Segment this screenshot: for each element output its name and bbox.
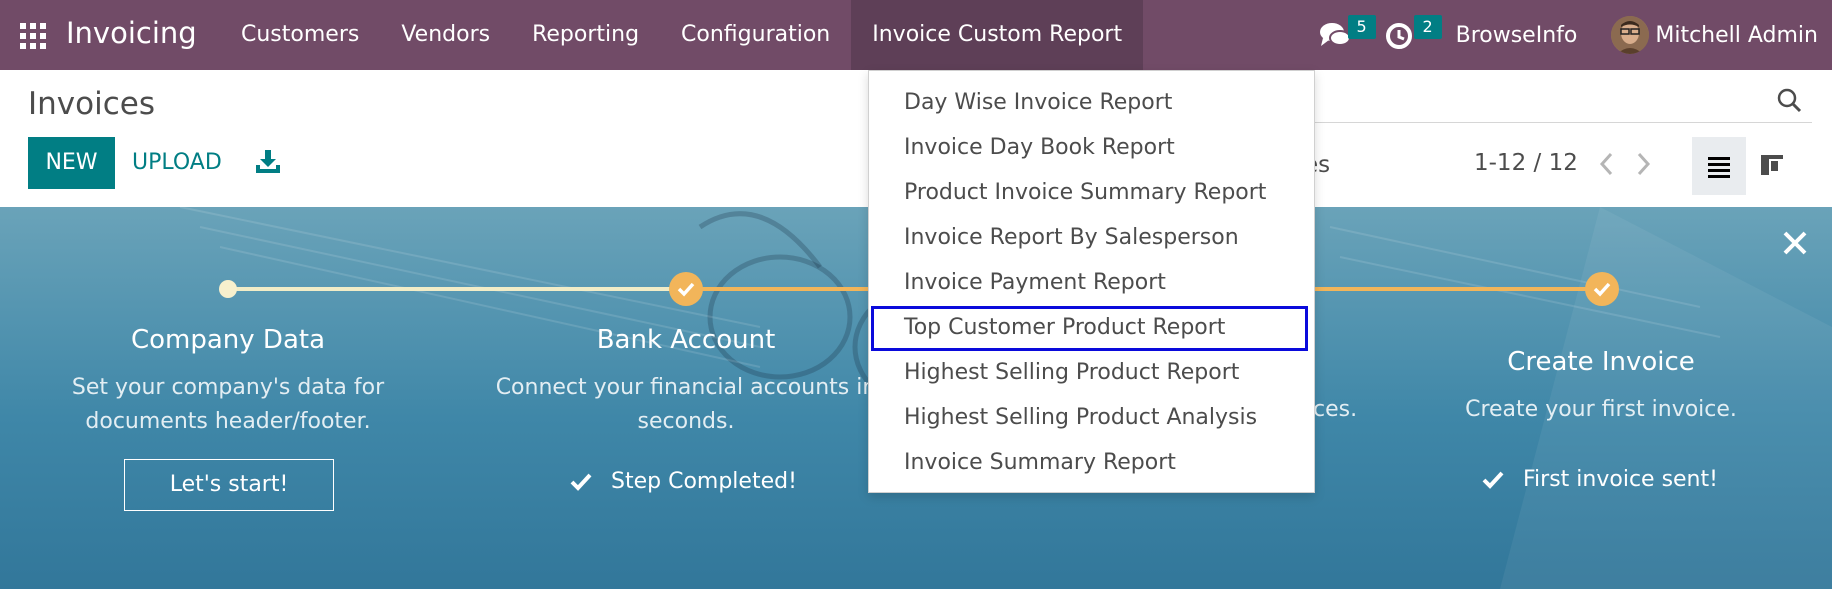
kanban-view-icon	[1761, 155, 1783, 175]
user-menu[interactable]: Mitchell Admin	[1655, 23, 1818, 48]
step-completed-status: Step Completed!	[569, 469, 797, 494]
progress-line-done	[686, 287, 870, 291]
list-view-button[interactable]	[1692, 137, 1746, 195]
step-desc-line: Connect your financial accounts in	[495, 375, 877, 400]
dropdown-item-top-customer-product-report[interactable]: Top Customer Product Report	[871, 306, 1308, 351]
progress-line-pending	[228, 287, 686, 291]
step-title-company-data: Company Data	[130, 325, 326, 355]
top-navbar: Invoicing Customers Vendors Reporting Co…	[0, 0, 1832, 70]
check-icon	[570, 473, 592, 491]
menu-reporting[interactable]: Reporting	[511, 0, 660, 70]
avatar-image-icon	[1611, 16, 1650, 54]
checkmark-icon	[677, 282, 695, 297]
menu-customers[interactable]: Customers	[220, 0, 380, 70]
first-invoice-label: First invoice sent!	[1523, 467, 1718, 492]
dropdown-item-day-wise-invoice-report[interactable]: Day Wise Invoice Report	[869, 81, 1314, 126]
close-icon[interactable]	[1781, 229, 1809, 257]
menu-configuration[interactable]: Configuration	[660, 0, 851, 70]
step-desc-partial: ces.	[1313, 397, 1358, 422]
messages-count-badge: 5	[1347, 15, 1376, 39]
step-desc-create-invoice: Create your first invoice.	[1465, 397, 1737, 422]
search-input[interactable]	[1310, 122, 1812, 123]
menu-vendors[interactable]: Vendors	[380, 0, 511, 70]
dropdown-item-highest-selling-product-report[interactable]: Highest Selling Product Report	[869, 351, 1314, 396]
dropdown-item-invoice-payment-report[interactable]: Invoice Payment Report	[869, 261, 1314, 306]
page-title[interactable]: Invoices	[28, 86, 155, 122]
step-completed-label: Step Completed!	[611, 469, 797, 494]
main-menu: Customers Vendors Reporting Configuratio…	[220, 0, 1144, 70]
step-title-bank-account: Bank Account	[596, 325, 776, 355]
step-marker-current	[219, 280, 237, 298]
dropdown-item-invoice-summary-report[interactable]: Invoice Summary Report	[869, 441, 1314, 486]
step-desc-line: documents header/footer.	[85, 409, 371, 434]
step-marker-done	[669, 272, 703, 306]
step-marker-done	[1585, 272, 1619, 306]
company-switcher[interactable]: BrowseInfo	[1456, 23, 1578, 48]
app-name[interactable]: Invoicing	[66, 16, 197, 50]
step-title-create-invoice: Create Invoice	[1507, 347, 1695, 377]
checkmark-icon	[1593, 282, 1611, 297]
kanban-view-button[interactable]	[1756, 137, 1810, 195]
pager-next-icon[interactable]	[1632, 150, 1654, 178]
new-button[interactable]: NEW	[28, 137, 115, 189]
dropdown-item-product-invoice-summary-report[interactable]: Product Invoice Summary Report	[869, 171, 1314, 216]
step-desc-bank-account: Connect your financial accounts in secon…	[476, 371, 896, 439]
user-avatar[interactable]	[1611, 16, 1650, 54]
dropdown-item-highest-selling-product-analysis[interactable]: Highest Selling Product Analysis	[869, 396, 1314, 441]
apps-menu-icon[interactable]	[20, 23, 46, 49]
step-desc-company-data: Set your company's data for documents he…	[38, 371, 418, 439]
check-icon	[1482, 471, 1504, 489]
list-view-icon	[1708, 157, 1730, 178]
lets-start-button[interactable]: Let's start!	[124, 459, 334, 511]
first-invoice-status: First invoice sent!	[1481, 467, 1718, 492]
dropdown-item-invoice-day-book-report[interactable]: Invoice Day Book Report	[869, 126, 1314, 171]
download-icon[interactable]	[255, 150, 281, 174]
search-icon[interactable]	[1776, 87, 1802, 113]
messages-tray[interactable]: 5	[1318, 15, 1376, 55]
systray: 5 2 BrowseInfo Mitchell Admin	[1318, 0, 1832, 70]
activities-tray[interactable]: 2	[1384, 15, 1442, 55]
dropdown-item-invoice-report-by-salesperson[interactable]: Invoice Report By Salesperson	[869, 216, 1314, 261]
pager-value[interactable]: 1-12 / 12	[1474, 150, 1578, 176]
progress-line-done	[1314, 287, 1602, 291]
menu-invoice-custom-report[interactable]: Invoice Custom Report	[851, 0, 1144, 70]
chat-icon	[1319, 23, 1351, 46]
step-desc-line: seconds.	[637, 409, 735, 434]
pager-previous-icon[interactable]	[1596, 150, 1618, 178]
clock-icon	[1385, 23, 1412, 49]
activities-count-badge: 2	[1413, 15, 1442, 39]
step-desc-line: Set your company's data for	[71, 375, 385, 400]
invoice-custom-report-dropdown: Day Wise Invoice Report Invoice Day Book…	[868, 70, 1315, 493]
upload-button[interactable]: UPLOAD	[132, 137, 222, 189]
